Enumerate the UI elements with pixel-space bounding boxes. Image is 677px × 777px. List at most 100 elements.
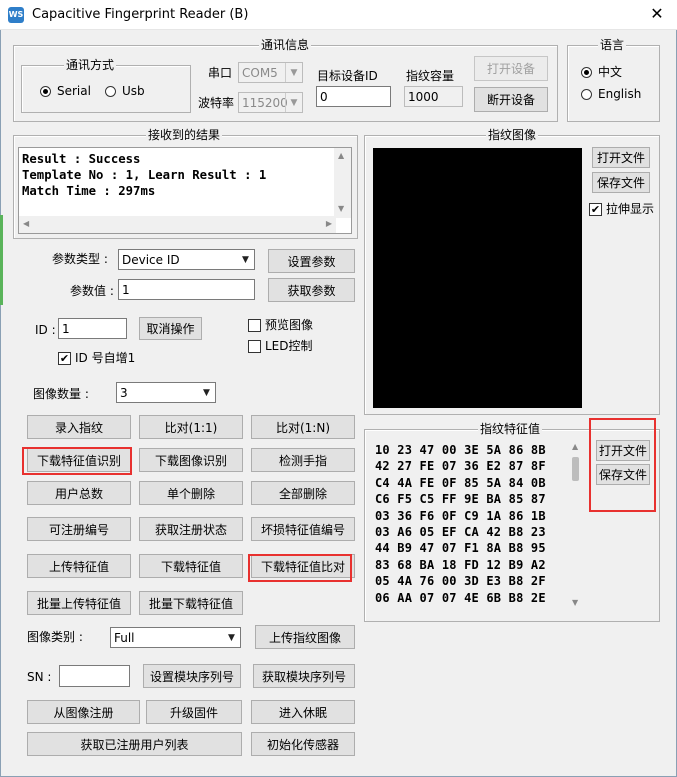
baud-value: 115200 (242, 96, 288, 110)
radio-serial-indicator[interactable] (40, 85, 51, 97)
batch-upload-button[interactable]: 批量上传特征值 (27, 591, 131, 615)
chevron-down-icon[interactable]: ▼ (237, 250, 254, 269)
user-total-button[interactable]: 用户总数 (27, 481, 131, 505)
chevron-down-icon[interactable]: ▼ (285, 93, 302, 112)
param-type-label: 参数类型 : (52, 252, 108, 266)
upload-image-button[interactable]: 上传指纹图像 (255, 625, 355, 649)
baud-label: 波特率 (198, 96, 235, 110)
chevron-down-icon[interactable]: ▼ (285, 63, 302, 82)
image-save-file-button[interactable]: 保存文件 (592, 172, 650, 193)
delete-one-button[interactable]: 单个删除 (139, 481, 243, 505)
scroll-up-icon[interactable]: ▲ (572, 442, 578, 451)
download-feature-compare-button[interactable]: 下载特征值比对 (251, 554, 355, 578)
id-input[interactable]: 1 (58, 318, 127, 339)
scroll-right-icon[interactable]: ▶ (326, 219, 332, 228)
download-feature-identify-button[interactable]: 下载特征值识别 (27, 448, 131, 472)
target-id-input[interactable]: 0 (316, 86, 391, 107)
vertical-scrollbar[interactable]: ▲ ▼ (334, 148, 351, 218)
port-label: 串口 (208, 66, 233, 80)
match-1-1-button[interactable]: 比对(1:1) (139, 415, 243, 439)
hex-row: 10 23 47 00 3E 5A 86 8B (375, 443, 546, 457)
hex-row: 03 36 F6 0F C9 1A 86 1B (375, 508, 546, 523)
feature-save-file-button[interactable]: 保存文件 (596, 464, 650, 485)
radio-chinese-label: 中文 (598, 65, 623, 79)
port-select[interactable]: COM5 ▼ (238, 62, 303, 83)
feature-hex-list[interactable]: 10 23 47 00 3E 5A 86 8B 42 27 FE 07 36 E… (372, 440, 585, 615)
upload-feature-button[interactable]: 上传特征值 (27, 554, 131, 578)
fingerprint-image-canvas (373, 148, 582, 408)
radio-english[interactable]: English (581, 87, 641, 101)
checkbox-box[interactable] (248, 318, 261, 332)
checkmark-icon[interactable]: ✔ (58, 351, 71, 365)
led-control-checkbox[interactable]: LED控制 (248, 339, 313, 353)
set-sn-button[interactable]: 设置模块序列号 (143, 664, 241, 688)
feature-open-file-button[interactable]: 打开文件 (596, 440, 650, 461)
radio-usb[interactable]: Usb (105, 84, 145, 98)
radio-serial[interactable]: Serial (40, 84, 91, 98)
scroll-down-icon[interactable]: ▼ (338, 204, 344, 213)
detect-finger-button[interactable]: 检测手指 (251, 448, 355, 472)
get-param-button[interactable]: 获取参数 (268, 278, 355, 302)
scroll-left-icon[interactable]: ◀ (23, 219, 29, 228)
cancel-operation-button[interactable]: 取消操作 (139, 317, 202, 340)
delete-all-button[interactable]: 全部删除 (251, 481, 355, 505)
radio-usb-indicator[interactable] (105, 85, 116, 97)
image-type-value: Full (114, 631, 135, 645)
sn-input[interactable] (59, 665, 130, 687)
download-feature-button[interactable]: 下载特征值 (139, 554, 243, 578)
set-param-button[interactable]: 设置参数 (268, 249, 355, 273)
auto-increment-label: ID 号自增1 (75, 351, 136, 365)
get-user-list-button[interactable]: 获取已注册用户列表 (27, 732, 242, 756)
auto-increment-checkbox[interactable]: ✔ ID 号自增1 (58, 351, 135, 365)
radio-english-indicator[interactable] (581, 88, 592, 100)
image-count-select[interactable]: 3 ▼ (116, 382, 216, 403)
param-type-select[interactable]: Device ID ▼ (118, 249, 255, 270)
chevron-down-icon[interactable]: ▼ (198, 383, 215, 402)
capacity-value: 1000 (404, 86, 463, 107)
language-label: 语言 (598, 38, 627, 52)
batch-download-button[interactable]: 批量下载特征值 (139, 591, 243, 615)
scroll-down-icon[interactable]: ▼ (572, 598, 578, 607)
get-sn-button[interactable]: 获取模块序列号 (253, 664, 355, 688)
result-group-label: 接收到的结果 (146, 128, 223, 142)
sleep-button[interactable]: 进入休眠 (251, 700, 355, 724)
image-type-select[interactable]: Full ▼ (110, 627, 241, 648)
chevron-down-icon[interactable]: ▼ (223, 628, 240, 647)
preview-image-checkbox[interactable]: 预览图像 (248, 318, 313, 332)
checkmark-icon[interactable]: ✔ (589, 202, 602, 216)
image-open-file-button[interactable]: 打开文件 (592, 147, 650, 168)
result-line-3: Match Time : 297ms (22, 184, 156, 198)
close-device-button[interactable]: 断开设备 (474, 87, 548, 112)
get-enroll-status-button[interactable]: 获取注册状态 (139, 517, 243, 541)
scroll-thumb[interactable] (572, 457, 579, 481)
vertical-scrollbar[interactable]: ▲ ▼ (569, 440, 583, 612)
result-line-1: Result : Success (22, 152, 141, 166)
scroll-up-icon[interactable]: ▲ (338, 151, 344, 160)
init-sensor-button[interactable]: 初始化传感器 (251, 732, 355, 756)
comm-info-label: 通讯信息 (259, 38, 312, 52)
language-group (567, 45, 660, 122)
bad-feature-id-button[interactable]: 坏损特征值编号 (251, 517, 355, 541)
upgrade-firmware-button[interactable]: 升级固件 (146, 700, 242, 724)
image-count-value: 3 (120, 386, 128, 400)
open-device-button[interactable]: 打开设备 (474, 56, 548, 81)
download-image-identify-button[interactable]: 下载图像识别 (139, 448, 243, 472)
result-textbox[interactable]: Result : Success Template No : 1, Learn … (18, 147, 352, 234)
match-1-n-button[interactable]: 比对(1:N) (251, 415, 355, 439)
stretch-display-checkbox[interactable]: ✔ 拉伸显示 (589, 202, 654, 216)
enroll-button[interactable]: 录入指纹 (27, 415, 131, 439)
hex-row: C4 4A FE 0F 85 5A 84 0B (375, 475, 546, 490)
preview-image-label: 预览图像 (265, 318, 314, 332)
horizontal-scrollbar[interactable]: ◀ ▶ (19, 216, 336, 233)
close-icon[interactable]: ✕ (646, 3, 668, 25)
radio-chinese-indicator[interactable] (581, 66, 592, 78)
comm-mode-label: 通讯方式 (64, 58, 117, 72)
checkbox-box[interactable] (248, 339, 261, 353)
baud-select[interactable]: 115200 ▼ (238, 92, 303, 113)
enroll-from-image-button[interactable]: 从图像注册 (27, 700, 140, 724)
param-value-input[interactable]: 1 (118, 279, 255, 300)
radio-usb-label: Usb (122, 84, 145, 98)
radio-chinese[interactable]: 中文 (581, 65, 622, 79)
available-id-button[interactable]: 可注册编号 (27, 517, 131, 541)
led-control-label: LED控制 (265, 339, 313, 353)
